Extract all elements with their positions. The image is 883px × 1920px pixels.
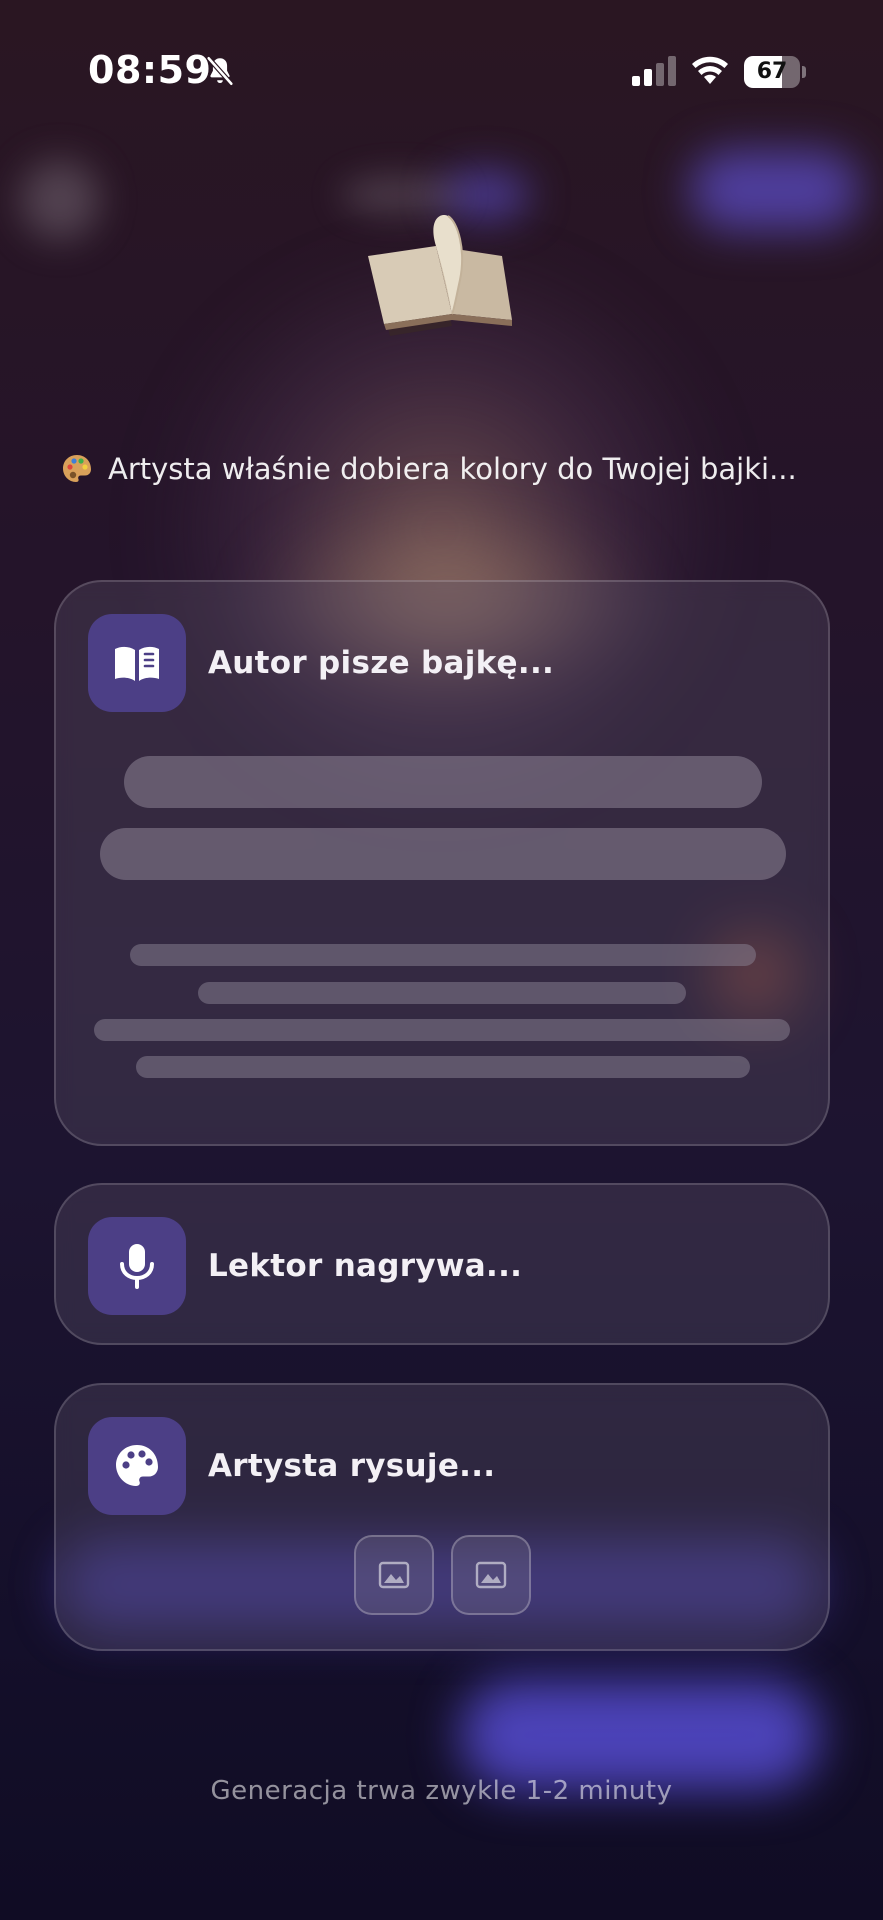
step-card-author: Autor pisze bajkę... [54, 580, 830, 1146]
open-book-icon [115, 646, 159, 681]
open-book-icon [368, 215, 512, 336]
title-skeleton [124, 756, 762, 808]
step-label-lector: Lektor nagrywa... [208, 1248, 523, 1284]
bell-slash-icon [206, 55, 234, 87]
image-icon [378, 1561, 410, 1589]
text-skeleton-line [136, 1056, 750, 1078]
step-icon-tile [88, 1217, 186, 1315]
battery-icon: 67 [744, 56, 806, 88]
background-blur [690, 150, 860, 230]
status-time: 08:59 [88, 48, 212, 92]
background-blur [340, 175, 460, 215]
text-skeleton-line [198, 982, 686, 1004]
palette-emoji [63, 455, 91, 482]
step-card-artist: Artysta rysuje... [54, 1383, 830, 1651]
text-skeleton-line [130, 944, 756, 966]
image-placeholder [354, 1535, 434, 1615]
status-bar: 08:59 67 [0, 0, 883, 140]
microphone-icon [120, 1244, 154, 1289]
battery-percent: 67 [756, 59, 788, 84]
step-icon-tile [88, 1417, 186, 1515]
loading-status: Artysta właśnie dobiera kolory do Twojej… [60, 452, 840, 486]
generation-time-note: Generacja trwa zwykle 1-2 minuty [210, 1776, 673, 1806]
step-label-artist: Artysta rysuje... [208, 1448, 496, 1484]
subtitle-skeleton [100, 828, 786, 880]
image-icon [475, 1561, 507, 1589]
background-blur [20, 160, 100, 240]
step-icon-tile [88, 614, 186, 712]
loading-status-text: Artysta właśnie dobiera kolory do Twojej… [108, 452, 797, 486]
cellular-signal-icon [632, 56, 676, 86]
image-placeholder [451, 1535, 531, 1615]
step-card-lector: Lektor nagrywa... [54, 1183, 830, 1345]
background-blur [460, 1680, 820, 1790]
palette-icon [116, 1445, 158, 1486]
text-skeleton-line [94, 1019, 790, 1041]
step-label-author: Autor pisze bajkę... [208, 645, 555, 681]
wifi-icon [692, 56, 728, 84]
